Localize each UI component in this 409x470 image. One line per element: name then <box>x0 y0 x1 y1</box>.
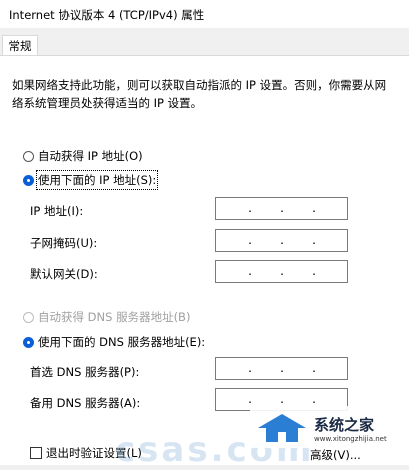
radio-manual-ip-circle[interactable] <box>23 174 34 186</box>
ip-address-input[interactable]: ... <box>215 197 348 220</box>
radio-auto-ip[interactable]: 自动获得 IP 地址(O) <box>23 148 143 164</box>
preferred-dns-input[interactable]: ... <box>215 357 348 380</box>
subnet-mask-input[interactable]: ... <box>215 229 348 252</box>
logo-url: www.xitongzhijia.net <box>314 435 387 443</box>
radio-auto-dns[interactable]: 自动获得 DNS 服务器地址(B) <box>23 309 190 325</box>
radio-auto-dns-circle[interactable] <box>23 311 34 323</box>
radio-manual-ip-label: 使用下面的 IP 地址(S): <box>35 170 159 190</box>
window-title: Internet 协议版本 4 (TCP/IPv4) 属性 <box>9 8 205 22</box>
default-gateway-input[interactable]: ... <box>215 260 348 283</box>
radio-auto-dns-label: 自动获得 DNS 服务器地址(B) <box>38 310 191 324</box>
tab-strip: 常规 <box>0 28 409 56</box>
radio-manual-ip[interactable]: 使用下面的 IP 地址(S): <box>23 170 159 190</box>
house-logo-icon <box>258 414 306 442</box>
logo-text: 系统之家 <box>314 416 375 434</box>
alternate-dns-label: 备用 DNS 服务器(A): <box>30 396 141 410</box>
validate-on-exit-checkbox[interactable] <box>30 447 42 459</box>
default-gateway-label: 默认网关(D): <box>30 267 98 281</box>
subnet-mask-label: 子网掩码(U): <box>30 236 98 250</box>
title-bar: Internet 协议版本 4 (TCP/IPv4) 属性 <box>0 0 409 29</box>
radio-manual-dns-label: 使用下面的 DNS 服务器地址(E): <box>38 335 206 349</box>
advanced-button[interactable]: 高级(V)... <box>310 447 366 464</box>
description-text: 如果网络支持此功能，则可以获取自动指派的 IP 设置。否则，你需要从网络系统管理… <box>12 78 387 110</box>
ip-address-label: IP 地址(I): <box>30 204 84 218</box>
preferred-dns-label: 首选 DNS 服务器(P): <box>30 365 140 379</box>
tab-general[interactable]: 常规 <box>2 35 38 56</box>
site-logo: 系统之家 www.xitongzhijia.net <box>250 406 400 448</box>
radio-manual-dns[interactable]: 使用下面的 DNS 服务器地址(E): <box>23 334 205 350</box>
radio-manual-dns-circle[interactable] <box>23 336 34 348</box>
radio-auto-ip-label: 自动获得 IP 地址(O) <box>38 149 143 163</box>
radio-auto-ip-circle[interactable] <box>23 150 34 162</box>
